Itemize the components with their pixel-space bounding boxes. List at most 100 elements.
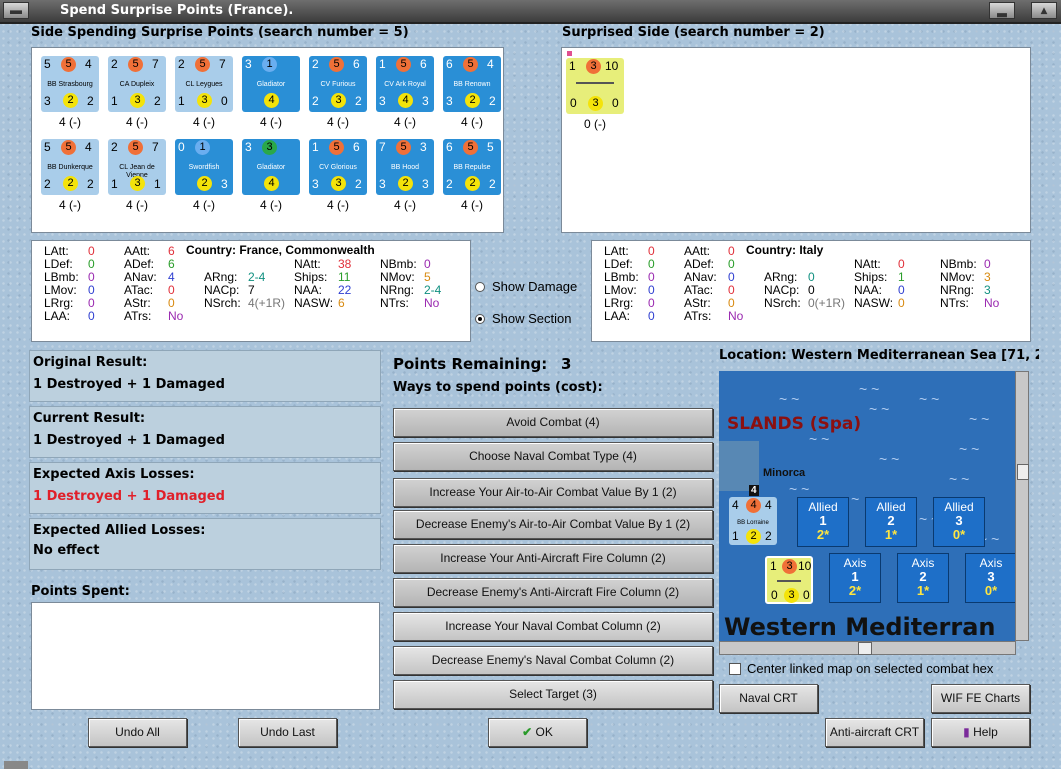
counter-value: 5 <box>396 57 411 72</box>
show-damage-radio[interactable] <box>475 282 485 292</box>
unit-name: Swordfish <box>188 164 220 171</box>
counter-value: 3 <box>221 177 228 191</box>
counter-value: 0 <box>178 140 185 154</box>
counter-value: 2 <box>355 177 362 191</box>
scroll-thumb[interactable] <box>858 642 872 655</box>
section-side: Allied <box>944 500 974 514</box>
section-side: Allied <box>876 500 906 514</box>
axis-section-box[interactable]: Axis 2 1* <box>897 553 949 603</box>
spend-option-button[interactable]: Choose Naval Combat Type (4) <box>393 442 713 471</box>
counter-value: 6 <box>446 57 453 71</box>
unit-counter[interactable]: 3 3 Gladiator 4 <box>242 139 300 195</box>
counter-caption: 4 (-) <box>126 115 148 129</box>
allied-section-box[interactable]: Allied 3 0* <box>933 497 985 547</box>
wave-decoration: ~ ~ <box>869 401 890 417</box>
counter-value: 6 <box>353 57 360 71</box>
anti-aircraft-crt-button[interactable]: Anti-aircraft CRT <box>825 718 924 747</box>
spend-option-button[interactable]: Decrease Enemy's Naval Combat Column (2) <box>393 646 713 675</box>
minimize-button[interactable]: ▂ <box>989 2 1015 19</box>
unit-name: BB Renown <box>453 81 491 88</box>
counter-value: 1 <box>178 94 185 108</box>
window-title: Spend Surprise Points (France). <box>60 3 294 18</box>
stat-lbmb-value: 0 <box>648 270 655 284</box>
title-bar[interactable]: ▬ Spend Surprise Points (France). ▂ ▴ <box>0 0 1061 24</box>
spend-option-button[interactable]: Decrease Enemy's Air-to-Air Combat Value… <box>393 510 713 539</box>
counter-value: 0 <box>612 96 619 110</box>
enemy-unit-counter[interactable]: 1 3 10 0 3 0 <box>765 556 813 604</box>
counter-caption: 4 (-) <box>126 198 148 212</box>
center-map-checkbox[interactable] <box>729 663 741 675</box>
stat-lmov-label: LMov: <box>44 283 77 297</box>
selected-unit-counter[interactable]: 4 4 4 BB Lorraine 1 2 2 <box>729 497 777 545</box>
stat-latt-value: 0 <box>88 244 95 258</box>
maximize-button[interactable]: ▴ <box>1031 2 1057 19</box>
unit-counter[interactable]: 0 1 Swordfish 2 3 <box>175 139 233 195</box>
unit-counter[interactable]: 6 5 5 BB Repulse 2 2 2 <box>443 139 501 195</box>
unit-name: BB Lorraine <box>737 520 769 526</box>
axis-section-box[interactable]: Axis 1 2* <box>829 553 881 603</box>
unit-name: BB Hood <box>390 164 420 171</box>
unit-counter[interactable]: 257CL Jean de Vienne131 <box>108 139 166 195</box>
wif-charts-button[interactable]: WIF FE Charts <box>931 684 1030 713</box>
show-damage-label[interactable]: Show Damage <box>492 279 577 294</box>
counter-value: 0 <box>221 94 228 108</box>
spend-option-button[interactable]: Increase Your Naval Combat Column (2) <box>393 612 713 641</box>
naval-crt-button[interactable]: Naval CRT <box>719 684 818 713</box>
unit-counter[interactable]: 2 5 7 CL Leygues 1 3 0 <box>175 56 233 112</box>
unit-counter[interactable]: 5 5 4 BB Dunkerque 2 2 2 <box>41 139 99 195</box>
ok-button[interactable]: ✔ OK <box>488 718 587 747</box>
center-map-label[interactable]: Center linked map on selected combat hex <box>747 661 993 676</box>
counter-value: 2 <box>44 177 51 191</box>
stat-aatt-label: AAtt: <box>124 244 151 258</box>
allied-section-box[interactable]: Allied 2 1* <box>865 497 917 547</box>
spend-option-button[interactable]: Increase Your Air-to-Air Combat Value By… <box>393 478 713 507</box>
allied-losses-value: No effect <box>33 543 100 558</box>
unit-counter[interactable]: 1 3 10 0 3 0 <box>566 58 624 114</box>
stat-anav-label: ANav: <box>684 270 717 284</box>
axis-section-box[interactable]: Axis 3 0* <box>965 553 1016 603</box>
counter-value: 2 <box>63 176 78 191</box>
stat-nasw-label: NASW: <box>854 296 894 310</box>
help-button[interactable]: ▮ Help <box>931 718 1030 747</box>
allied-section-box[interactable]: Allied 1 2* <box>797 497 849 547</box>
counter-caption: 4 (-) <box>327 198 349 212</box>
unit-counter[interactable]: 1 5 6 CV Glorious 3 3 2 <box>309 139 367 195</box>
unit-counter[interactable]: 7 5 3 BB Hood 3 2 3 <box>376 139 434 195</box>
unit-counter[interactable]: 5 5 4 BB Strasbourg 3 2 2 <box>41 56 99 112</box>
stat-natt-label: NAtt: <box>854 257 881 271</box>
stat-naa-value: 22 <box>338 283 352 297</box>
unit-counter[interactable]: 2 5 7 CA Dupleix 1 3 2 <box>108 56 166 112</box>
system-menu-button[interactable]: ▬ <box>3 2 29 19</box>
show-section-radio[interactable] <box>475 314 485 324</box>
stat-astr-label: AStr: <box>124 296 151 310</box>
ok-button-label: OK <box>535 725 553 739</box>
map-horizontal-scrollbar[interactable] <box>719 641 1016 655</box>
counter-value: 4 <box>85 57 92 71</box>
map-vertical-scrollbar[interactable] <box>1015 371 1029 641</box>
linked-map[interactable]: ~ ~~ ~~ ~~ ~~ ~~ ~~ ~~ ~~ ~~ ~~ ~~ ~~ ~~… <box>719 371 1016 641</box>
stat-adef-label: ADef: <box>124 257 155 271</box>
unit-name: CA Dupleix <box>119 81 155 88</box>
points-spent-list[interactable] <box>31 602 380 710</box>
spend-option-button[interactable]: Avoid Combat (4) <box>393 408 713 437</box>
spend-option-button[interactable]: Increase Your Anti-Aircraft Fire Column … <box>393 544 713 573</box>
stat-lrrg-label: LRrg: <box>604 296 634 310</box>
show-section-label[interactable]: Show Section <box>492 311 572 326</box>
unit-counter[interactable]: 3 1 Gladiator 4 <box>242 56 300 112</box>
scroll-thumb[interactable] <box>1017 464 1029 480</box>
unit-counter[interactable]: 6 5 4 BB Renown 3 2 2 <box>443 56 501 112</box>
unit-counter[interactable]: 2 5 6 CV Furious 2 3 2 <box>309 56 367 112</box>
stat-anav-value: 0 <box>728 270 735 284</box>
dialog-window: ▬ Spend Surprise Points (France). ▂ ▴ Si… <box>0 0 1061 769</box>
undo-last-button[interactable]: Undo Last <box>238 718 337 747</box>
counter-value: 5 <box>44 140 51 154</box>
stat-arng-value: 2-4 <box>248 270 266 284</box>
stat-atrs-value: No <box>728 309 744 323</box>
stat-latt-label: LAtt: <box>44 244 69 258</box>
spend-option-button[interactable]: Decrease Enemy's Anti-Aircraft Fire Colu… <box>393 578 713 607</box>
spend-option-button[interactable]: Select Target (3) <box>393 680 713 709</box>
unit-counter[interactable]: 1 5 6 CV Ark Royal 3 4 3 <box>376 56 434 112</box>
counter-value: 1 <box>111 94 118 108</box>
undo-all-button[interactable]: Undo All <box>88 718 187 747</box>
counter-value: 5 <box>61 140 76 155</box>
